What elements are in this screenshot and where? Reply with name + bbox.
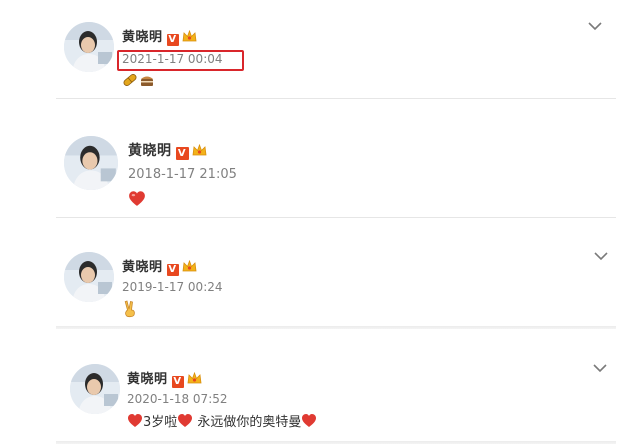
chevron-down-icon[interactable] <box>592 362 608 374</box>
heart-emoji <box>178 414 193 427</box>
crown-badge-icon <box>192 144 206 156</box>
crown-badge-icon <box>182 260 196 272</box>
author-name-text[interactable]: 黄晓明 <box>128 143 172 159</box>
verified-badge-icon: V <box>171 376 184 388</box>
cake-emoji <box>141 76 153 86</box>
divider <box>56 217 616 218</box>
post-content <box>122 300 138 322</box>
avatar[interactable] <box>64 136 118 190</box>
avatar[interactable] <box>64 252 114 302</box>
author-name-text[interactable]: 黄晓明 <box>122 30 163 45</box>
pill-emoji <box>123 74 137 86</box>
verified-badge-icon: V <box>175 147 189 160</box>
heart-emoji <box>128 414 142 427</box>
author-name[interactable]: 黄晓明 V <box>122 26 197 46</box>
divider <box>56 98 616 99</box>
chevron-down-icon[interactable] <box>593 250 609 262</box>
post-content <box>122 72 155 89</box>
author-name[interactable]: 黄晓明 V <box>128 140 207 160</box>
divider <box>56 441 616 444</box>
post-card: 黄晓明 V 2021-1-17 00:04 <box>56 0 616 100</box>
verified-badge-icon: V <box>166 34 179 46</box>
victory-hand-emoji <box>124 300 135 318</box>
post-card: 黄晓明 V 2020-1-18 07:52 3岁啦 永远做你的奥特曼 <box>56 332 616 446</box>
crown-badge-icon <box>187 372 201 384</box>
post-content <box>128 190 146 209</box>
post-timestamp[interactable]: 2019-1-17 00:24 <box>122 280 223 294</box>
chevron-down-icon[interactable] <box>587 20 603 32</box>
post-timestamp[interactable]: 2020-1-18 07:52 <box>127 392 228 406</box>
post-content: 3岁啦 永远做你的奥特曼 <box>127 411 317 430</box>
post-timestamp[interactable]: 2018-1-17 21:05 <box>128 167 237 182</box>
author-name[interactable]: 黄晓明 V <box>122 256 197 276</box>
author-name[interactable]: 黄晓明 V <box>127 368 202 388</box>
avatar[interactable] <box>70 364 120 414</box>
divider <box>56 326 616 329</box>
post-card: 黄晓明 V 2018-1-17 21:05 <box>56 100 616 220</box>
verified-badge-icon: V <box>166 264 179 276</box>
post-card: 黄晓明 V 2019-1-17 00:24 <box>56 220 616 332</box>
crown-badge-icon <box>182 30 196 42</box>
author-name-text[interactable]: 黄晓明 <box>122 260 163 275</box>
heart-emoji <box>302 414 317 427</box>
avatar[interactable] <box>64 22 114 72</box>
author-name-text[interactable]: 黄晓明 <box>127 372 168 387</box>
post-text: 3岁啦 <box>143 415 178 430</box>
post-timestamp[interactable]: 2021-1-17 00:04 <box>122 52 223 66</box>
weibo-feed: 黄晓明 V 2021-1-17 00:04 黄晓明 V 2018-1-17 21… <box>0 0 641 446</box>
post-text: 永远做你的奥特曼 <box>193 415 302 430</box>
heart-emoji <box>129 191 145 206</box>
